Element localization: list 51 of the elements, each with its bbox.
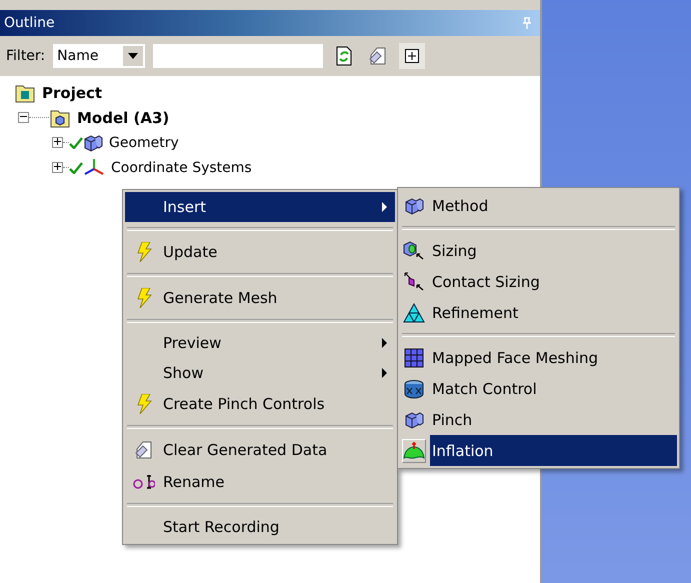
menu-item[interactable]: Match Control (400, 373, 677, 404)
eraser-icon (368, 46, 388, 66)
lightning-icon (136, 394, 152, 414)
tree-item[interactable]: Project (42, 84, 102, 102)
menu-item[interactable]: Mapped Face Meshing (400, 342, 677, 373)
contact-sizing-icon (403, 272, 425, 292)
search-field[interactable] (153, 44, 324, 68)
inflation-icon (403, 440, 425, 460)
expand-all-button[interactable] (399, 43, 426, 69)
menu-item[interactable]: Preview (125, 328, 395, 358)
lightning-icon (136, 242, 152, 262)
sizing-icon (403, 240, 425, 260)
menu-item[interactable]: Pinch (400, 404, 677, 435)
expand-icon[interactable] (52, 137, 63, 148)
refresh-icon (335, 46, 354, 66)
lightning-icon (136, 288, 152, 308)
check-icon (69, 136, 83, 148)
menu-item[interactable]: Insert (125, 192, 395, 222)
menu-item[interactable]: Update (125, 236, 395, 268)
menu-item[interactable]: Contact Sizing (400, 266, 677, 297)
menu-item[interactable]: Show (125, 358, 395, 388)
menu-item[interactable]: Clear Generated Data (125, 434, 395, 466)
axes-icon (83, 158, 105, 178)
collapse-icon[interactable] (18, 112, 29, 123)
cubes-icon (404, 196, 424, 214)
filter-label: Filter: (6, 48, 46, 64)
menu-item[interactable]: Method (400, 190, 677, 221)
check-icon (69, 162, 83, 174)
cubes-icon (404, 410, 424, 428)
rename-icon (133, 473, 155, 491)
geometry-icon (83, 134, 103, 152)
plus-icon (405, 49, 420, 63)
tree-item[interactable]: Coordinate Systems (111, 160, 252, 176)
menu-item[interactable]: Rename (125, 466, 395, 498)
tree-item[interactable]: Geometry (109, 134, 179, 150)
menu-item[interactable]: Start Recording (125, 512, 395, 542)
match-control-icon (403, 378, 425, 398)
refinement-icon (403, 302, 425, 322)
panel-title: Outline (4, 15, 55, 31)
filter-dropdown[interactable]: Name (53, 44, 146, 68)
tree-item[interactable]: Model (A3) (77, 108, 170, 126)
menu-item[interactable]: Refinement (400, 297, 677, 328)
menu-item[interactable]: Create Pinch Controls (125, 388, 395, 420)
caret-icon (128, 53, 138, 59)
grid-icon (404, 348, 424, 368)
menu-item[interactable]: Sizing (400, 235, 677, 266)
menu-item[interactable]: Generate Mesh (125, 282, 395, 314)
expand-icon[interactable] (52, 162, 63, 173)
eraser-icon (134, 440, 154, 460)
model-icon (49, 108, 71, 128)
project-icon (14, 82, 36, 102)
